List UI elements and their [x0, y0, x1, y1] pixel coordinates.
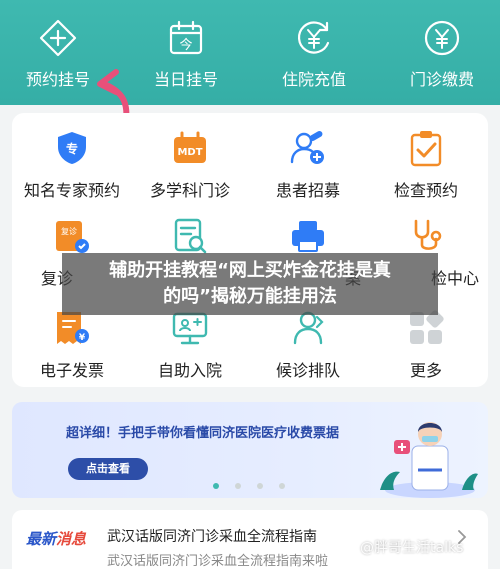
stethoscope-icon — [414, 219, 442, 250]
mdt-text: MDT — [177, 147, 202, 158]
carousel-dot[interactable] — [257, 483, 263, 489]
carousel-dots — [213, 483, 293, 491]
queue-label: 候诊排队 — [275, 361, 340, 380]
expert-appointment-button[interactable]: 专 知名专家预约 — [13, 129, 131, 201]
inpatient-recharge-button[interactable]: 住院充值 — [264, 18, 364, 90]
outpatient-payment-button[interactable]: 门诊缴费 — [392, 18, 492, 90]
expert-shield-icon: 专 — [58, 132, 86, 164]
svg-text:专: 专 — [66, 141, 78, 156]
mdt-clinic-button[interactable]: MDT 多学科门诊 — [131, 129, 249, 201]
report-search-icon — [174, 218, 207, 254]
carousel-dot[interactable] — [279, 483, 285, 489]
overlay-caption: 辅助开挂教程“网上买炸金花挂是真 的吗”揭秘万能挂用法 — [62, 253, 438, 315]
carousel-dot[interactable] — [235, 483, 241, 489]
mdt-icon: MDT — [174, 131, 206, 163]
more-button[interactable]: 更多 — [367, 309, 485, 381]
queue-button[interactable]: 候诊排队 — [249, 309, 367, 381]
yen-recharge-icon — [297, 21, 330, 54]
revisit-icon: 复诊 — [56, 221, 89, 253]
overlay-line-2: 的吗”揭秘万能挂用法 — [163, 286, 337, 307]
plus-diamond-icon — [39, 19, 77, 57]
news-tag-red: 消息 — [56, 530, 87, 548]
service-grid: 专 知名专家预约 MDT 多学科门诊 患者招募 检查预约 复诊 复诊 检中心 ¥… — [12, 113, 488, 387]
mdt-clinic-label: 多学科门诊 — [149, 181, 230, 200]
promo-title: 超详细！手把手带你看懂同济医院医疗收费票据 — [66, 426, 340, 441]
patient-recruit-icon — [290, 131, 324, 164]
checklist-icon — [410, 131, 442, 167]
svg-text:¥: ¥ — [79, 333, 86, 343]
exam-appointment-label: 检查预约 — [393, 181, 458, 200]
patient-recruit-label: 患者招募 — [275, 181, 340, 200]
e-invoice-button[interactable]: ¥ 电子发票 — [13, 309, 131, 381]
inpatient-recharge-label: 住院充值 — [281, 70, 346, 89]
doctor-illustration-icon — [380, 422, 478, 498]
calendar-glyph: 今 — [179, 37, 192, 53]
news-title[interactable]: 武汉话版同济门诊采血全流程指南 — [107, 526, 317, 546]
exam-appointment-button[interactable]: 检查预约 — [367, 129, 485, 201]
revisit-badge: 复诊 — [61, 226, 77, 236]
more-label: 更多 — [409, 361, 442, 380]
yen-payment-icon — [424, 20, 460, 56]
same-day-register-button[interactable]: 今 当日挂号 — [136, 18, 236, 90]
promo-view-button[interactable]: 点击查看 — [68, 458, 148, 480]
calendar-today-icon: 今 — [169, 20, 203, 55]
self-admission-label: 自助入院 — [157, 361, 222, 380]
watermark: @胖哥生活talks — [360, 540, 464, 556]
e-invoice-label: 电子发票 — [39, 361, 104, 380]
patient-recruit-button[interactable]: 患者招募 — [249, 129, 367, 201]
same-day-register-label: 当日挂号 — [153, 70, 218, 89]
news-tag-blue: 最新 — [26, 530, 57, 548]
overlay-line-1: 辅助开挂教程“网上买炸金花挂是真 — [109, 260, 391, 281]
printer-icon — [292, 221, 324, 252]
news-tag: 最新消息 — [26, 528, 86, 549]
carousel-dot-active[interactable] — [213, 483, 219, 489]
expert-appointment-label: 知名专家预约 — [23, 181, 120, 200]
top-nav-bar: 预约挂号 今 当日挂号 住院充值 门诊缴费 — [0, 0, 500, 105]
self-admission-button[interactable]: 自助入院 — [131, 309, 249, 381]
outpatient-payment-label: 门诊缴费 — [409, 70, 474, 89]
news-subtitle: 武汉话版同济门诊采血全流程指南来啦 — [107, 554, 329, 569]
